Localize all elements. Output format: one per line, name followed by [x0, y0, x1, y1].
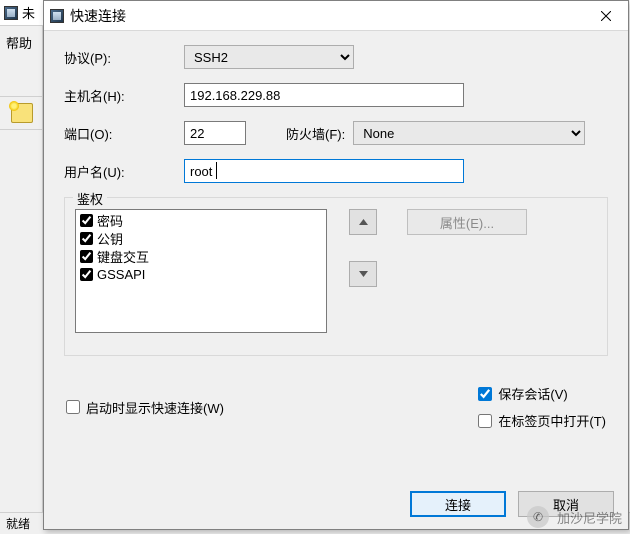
dialog-title: 快速连接: [70, 6, 126, 26]
checkbox[interactable]: [478, 414, 492, 428]
auth-checkbox[interactable]: [80, 250, 93, 263]
quick-connect-dialog: 快速连接 协议(P): SSH2 主机名(H): 端口(O): 防火墙(: [43, 0, 629, 530]
label-hostname: 主机名(H):: [64, 86, 184, 105]
auth-item-publickey[interactable]: 公钥: [76, 229, 326, 247]
label-protocol: 协议(P):: [64, 48, 184, 67]
check-label: 在标签页中打开(T): [498, 411, 606, 430]
checkbox[interactable]: [478, 387, 492, 401]
auth-checkbox[interactable]: [80, 232, 93, 245]
checkbox[interactable]: [66, 400, 80, 414]
parent-toolbar: [0, 96, 43, 130]
menu-help[interactable]: 帮助: [0, 29, 42, 56]
auth-group-title: 鉴权: [73, 189, 107, 208]
check-open-in-tab[interactable]: 在标签页中打开(T): [478, 411, 606, 430]
bottom-options: 启动时显示快速连接(W) 保存会话(V) 在标签页中打开(T): [64, 384, 608, 430]
close-button[interactable]: [584, 1, 628, 30]
triangle-down-icon: [359, 271, 368, 277]
auth-item-password[interactable]: 密码: [76, 211, 326, 229]
port-input[interactable]: [184, 121, 246, 145]
cancel-button[interactable]: 取消: [518, 491, 614, 517]
toolbar-icon-session[interactable]: [11, 103, 33, 123]
auth-item-label: GSSAPI: [97, 267, 145, 282]
auth-groupbox: 鉴权 密码 公钥 键盘交互: [64, 197, 608, 356]
move-up-button[interactable]: [349, 209, 377, 235]
move-down-button[interactable]: [349, 261, 377, 287]
label-firewall: 防火墙(F):: [286, 124, 345, 143]
parent-titlebar: 未: [0, 0, 43, 26]
auth-item-gssapi[interactable]: GSSAPI: [76, 265, 326, 283]
triangle-up-icon: [359, 219, 368, 225]
parent-window-left-strip: 未 文件 帮助: [0, 0, 43, 534]
auth-item-label: 密码: [97, 211, 123, 230]
auth-listbox[interactable]: 密码 公钥 键盘交互 GSSAPI: [75, 209, 327, 333]
label-port: 端口(O):: [64, 124, 184, 143]
auth-item-keyboard[interactable]: 键盘交互: [76, 247, 326, 265]
auth-item-label: 键盘交互: [97, 247, 149, 266]
check-label: 启动时显示快速连接(W): [86, 398, 224, 417]
hostname-input[interactable]: [184, 83, 464, 107]
text-caret: [216, 162, 217, 179]
status-text: 就绪: [6, 517, 30, 531]
protocol-select[interactable]: SSH2: [184, 45, 354, 69]
auth-item-label: 公钥: [97, 229, 123, 248]
properties-button: 属性(E)...: [407, 209, 527, 235]
label-username: 用户名(U):: [64, 162, 184, 181]
dialog-titlebar: 快速连接: [44, 1, 628, 31]
dialog-icon: [50, 9, 64, 23]
username-input[interactable]: [184, 159, 464, 183]
dialog-body: 协议(P): SSH2 主机名(H): 端口(O): 防火墙(F): None …: [44, 31, 628, 430]
parent-title-fragment: 未: [22, 3, 35, 22]
app-icon: [4, 6, 18, 20]
close-icon: [601, 11, 611, 21]
auth-checkbox[interactable]: [80, 214, 93, 227]
check-label: 保存会话(V): [498, 384, 567, 403]
check-show-on-start[interactable]: 启动时显示快速连接(W): [66, 384, 224, 430]
check-save-session[interactable]: 保存会话(V): [478, 384, 606, 403]
firewall-select[interactable]: None: [353, 121, 585, 145]
connect-button[interactable]: 连接: [410, 491, 506, 517]
auth-checkbox[interactable]: [80, 268, 93, 281]
